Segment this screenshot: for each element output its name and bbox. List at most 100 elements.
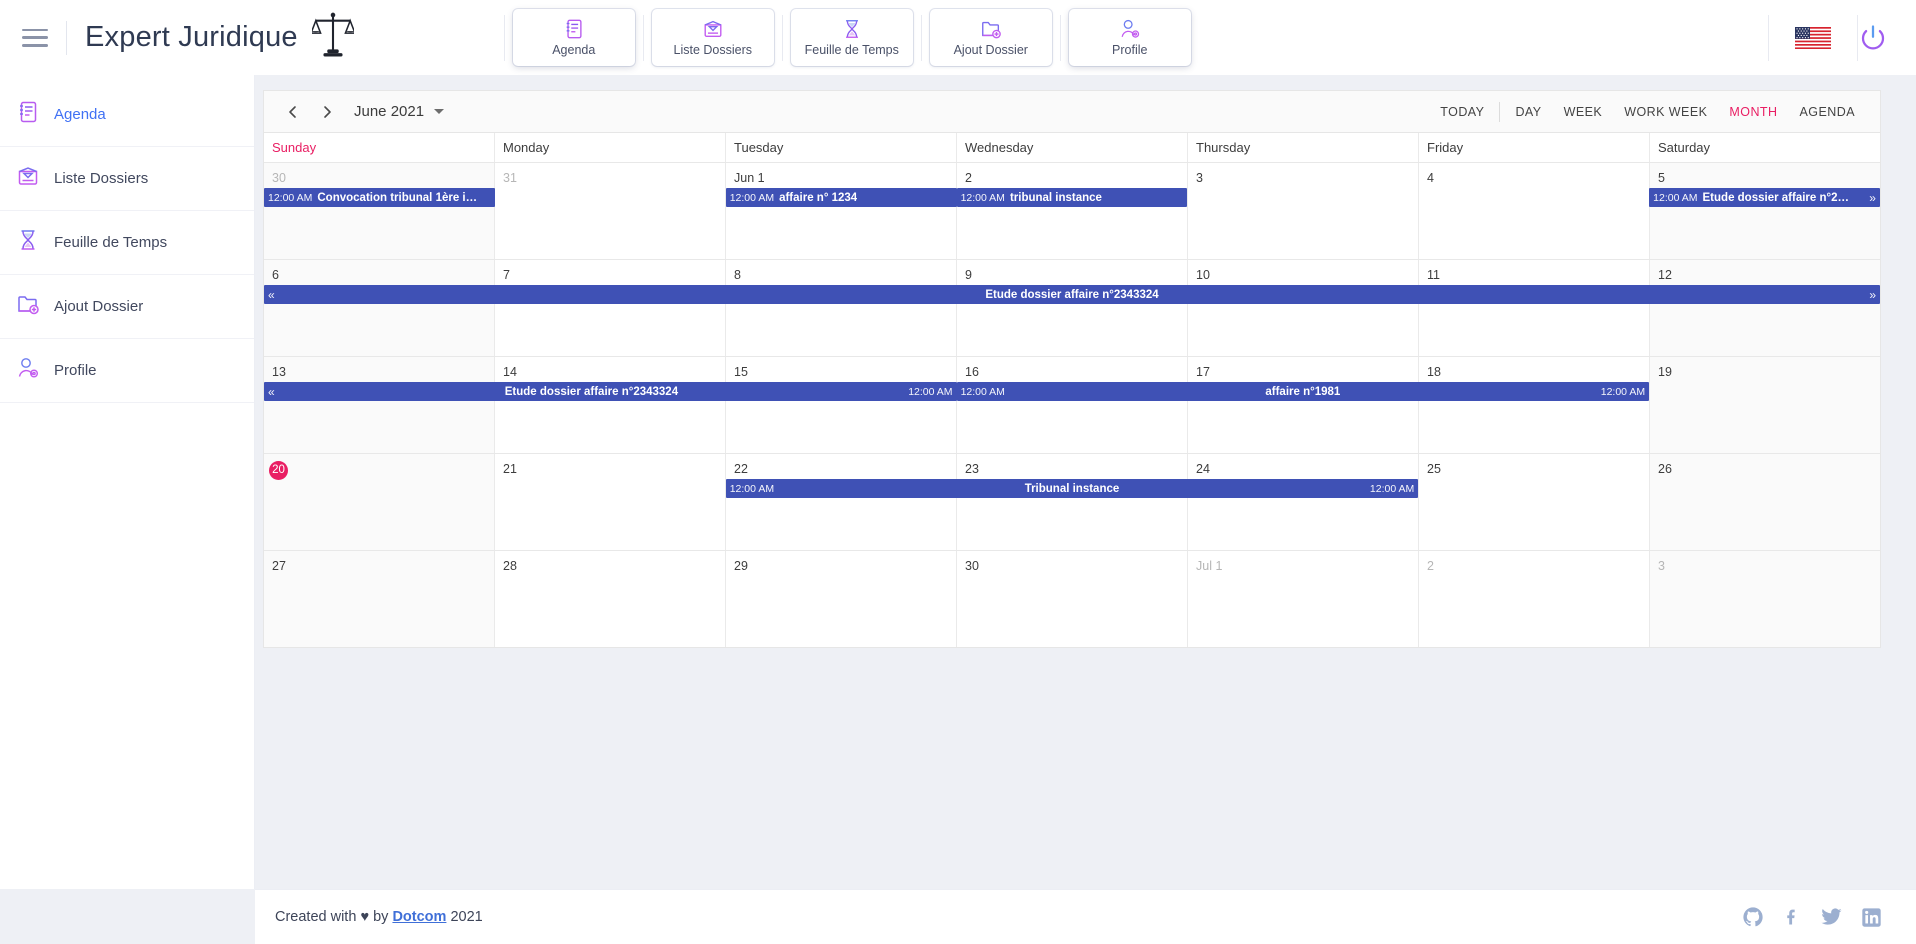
calendar-day-cell[interactable]: 5	[1650, 163, 1880, 259]
sidebar-item-agenda[interactable]: Agenda	[0, 83, 254, 147]
calendar-day-cell[interactable]: 25	[1419, 454, 1650, 550]
header-nav-feuille-de-temps[interactable]: Feuille de Temps	[790, 9, 913, 66]
event-start-time: 12:00 AM	[960, 191, 1005, 204]
us-flag-icon[interactable]	[1769, 26, 1857, 49]
day-number: 21	[503, 462, 517, 476]
calendar-day-cell[interactable]: 3	[1650, 551, 1880, 647]
divider	[1059, 14, 1061, 61]
day-number: 27	[272, 559, 286, 573]
hourglass-icon	[841, 18, 863, 40]
calendar-day-cell[interactable]: 31	[495, 163, 726, 259]
header-nav-profile[interactable]: Profile	[1068, 9, 1191, 66]
calendar-event[interactable]: 12:00 AM affaire n°1981 12:00 AM	[956, 382, 1650, 401]
calendar-day-cell[interactable]: 2	[1419, 551, 1650, 647]
event-end-time: 12:00 AM	[1600, 385, 1646, 398]
hamburger-icon[interactable]	[22, 28, 48, 47]
event-continues-left-icon: «	[268, 287, 275, 302]
calendar-day-cell[interactable]: 16	[957, 357, 1188, 453]
calendar-day-cell[interactable]: 30	[957, 551, 1188, 647]
github-icon[interactable]	[1742, 906, 1764, 928]
weekday-thursday: Thursday	[1188, 133, 1419, 162]
chevron-right-icon[interactable]	[312, 97, 342, 127]
power-button-icon[interactable]	[1858, 23, 1888, 53]
event-end-time: 12:00 AM	[1369, 482, 1415, 495]
sidebar-item-label: Profile	[54, 362, 97, 379]
calendar-day-cell[interactable]: 9	[957, 260, 1188, 356]
sidebar-item-profile[interactable]: Profile	[0, 339, 254, 403]
view-button-work-week[interactable]: WORK WEEK	[1613, 105, 1718, 119]
calendar-event[interactable]: 12:00 AM tribunal instance	[956, 188, 1188, 207]
calendar-event[interactable]: 12:00 AM Tribunal instance 12:00 AM	[725, 479, 1419, 498]
day-number: 11	[1427, 268, 1440, 282]
header-nav-ajout-dossier[interactable]: Ajout Dossier	[929, 9, 1052, 66]
calendar-day-cell[interactable]: 26	[1650, 454, 1880, 550]
calendar-day-cell[interactable]: 28	[495, 551, 726, 647]
calendar-day-cell[interactable]: 24	[1188, 454, 1419, 550]
calendar-grid: Sunday Monday Tuesday Wednesday Thursday…	[263, 132, 1881, 648]
calendar-event[interactable]: « Etude dossier affaire n°2343324 »	[264, 285, 1880, 304]
calendar-day-cell[interactable]: 22	[726, 454, 957, 550]
calendar-day-cell[interactable]: Jul 1	[1188, 551, 1419, 647]
calendar-day-cell[interactable]: 23	[957, 454, 1188, 550]
linkedin-icon[interactable]	[1861, 907, 1882, 928]
view-button-today[interactable]: TODAY	[1429, 105, 1495, 119]
footer-link-dotcom[interactable]: Dotcom	[392, 909, 446, 925]
scales-of-justice-icon	[309, 12, 356, 63]
calendar-day-cell[interactable]: 15	[726, 357, 957, 453]
calendar-day-cell[interactable]: 10	[1188, 260, 1419, 356]
sidebar-item-ajout-dossier[interactable]: Ajout Dossier	[0, 275, 254, 339]
event-title: Tribunal instance	[1024, 482, 1120, 495]
chevron-left-icon[interactable]	[278, 97, 308, 127]
calendar-week-cells: 30 31 Jun 1 2 3 4 5	[264, 163, 1880, 259]
sidebar-item-liste-dossiers[interactable]: Liste Dossiers	[0, 147, 254, 211]
view-button-week[interactable]: WEEK	[1553, 105, 1614, 119]
brand[interactable]: Expert Juridique	[85, 12, 356, 63]
event-title: Etude dossier affaire n°2343324	[504, 385, 679, 398]
caret-down-icon[interactable]	[434, 109, 445, 114]
calendar-day-cell[interactable]: 2	[957, 163, 1188, 259]
calendar-event[interactable]: « Etude dossier affaire n°2343324 12:00 AM	[264, 382, 957, 401]
day-number: 26	[1658, 462, 1672, 476]
day-number: Jun 1	[734, 171, 765, 185]
calendar-day-cell[interactable]: 3	[1188, 163, 1419, 259]
calendar-day-cell[interactable]: Jun 1	[726, 163, 957, 259]
calendar-day-cell[interactable]: 7	[495, 260, 726, 356]
calendar-day-cell[interactable]: 11	[1419, 260, 1650, 356]
calendar-day-cell[interactable]: 19	[1650, 357, 1880, 453]
event-title: tribunal instance	[1009, 191, 1102, 204]
view-button-agenda[interactable]: AGENDA	[1789, 105, 1867, 119]
calendar-day-cell[interactable]: 30	[264, 163, 495, 259]
calendar-event[interactable]: 12:00 AM Etude dossier affaire n°2… »	[1649, 188, 1880, 207]
calendar-day-cell[interactable]: 12	[1650, 260, 1880, 356]
calendar-day-cell[interactable]: 8	[726, 260, 957, 356]
header-nav-liste-dossiers[interactable]: Liste Dossiers	[651, 9, 774, 66]
calendar-day-cell[interactable]: 21	[495, 454, 726, 550]
calendar-day-cell[interactable]: 4	[1419, 163, 1650, 259]
divider	[66, 20, 67, 55]
event-start-time: 12:00 AM	[729, 191, 775, 204]
day-number: 13	[272, 365, 286, 379]
calendar-day-cell[interactable]: 27	[264, 551, 495, 647]
calendar-day-cell[interactable]: 20	[264, 454, 495, 550]
calendar-day-cell[interactable]: 14	[495, 357, 726, 453]
footer-credit: Created with ♥ by Dotcom 2021	[275, 909, 483, 925]
calendar-day-cell[interactable]: 17	[1188, 357, 1419, 453]
sidebar-item-label: Agenda	[54, 106, 106, 123]
day-number: 28	[503, 559, 517, 573]
calendar-day-cell[interactable]: 29	[726, 551, 957, 647]
sidebar-item-feuille-de-temps[interactable]: Feuille de Temps	[0, 211, 254, 275]
view-button-day[interactable]: DAY	[1504, 105, 1552, 119]
header-nav-agenda[interactable]: Agenda	[512, 9, 635, 66]
event-title: Etude dossier affaire n°2343324	[985, 288, 1159, 301]
view-button-month[interactable]: MONTH	[1718, 105, 1788, 119]
calendar-day-cell[interactable]: 6	[264, 260, 495, 356]
divider	[503, 14, 505, 61]
calendar-day-cell[interactable]: 18	[1419, 357, 1650, 453]
calendar-day-cell[interactable]: 13	[264, 357, 495, 453]
day-number: 16	[965, 365, 979, 379]
hamburger-line	[22, 36, 48, 39]
calendar-event[interactable]: 12:00 AM Convocation tribunal 1ère i…	[264, 188, 495, 207]
twitter-icon[interactable]	[1820, 906, 1843, 928]
facebook-icon[interactable]	[1782, 906, 1802, 928]
calendar-event[interactable]: 12:00 AM affaire n° 1234	[725, 188, 957, 207]
